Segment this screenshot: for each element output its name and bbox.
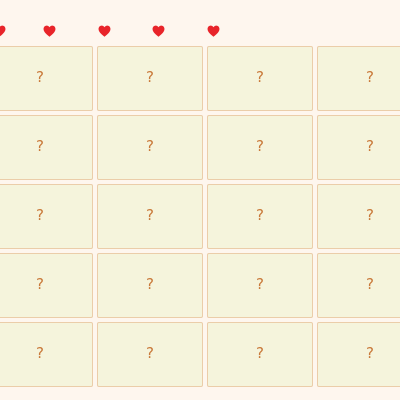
hidden-card[interactable]: ? [0, 46, 93, 111]
lives-bar [0, 25, 400, 41]
question-mark: ? [366, 137, 374, 155]
question-mark: ? [366, 275, 374, 293]
hidden-card[interactable]: ? [317, 46, 400, 111]
heart-icon [98, 25, 112, 39]
heart-icon [152, 25, 166, 39]
question-mark: ? [146, 68, 154, 86]
heart-icon [207, 25, 221, 39]
question-mark: ? [256, 206, 264, 224]
question-mark: ? [36, 344, 44, 362]
hidden-card[interactable]: ? [317, 115, 400, 180]
hidden-card[interactable]: ? [0, 115, 93, 180]
hidden-card[interactable]: ? [97, 322, 203, 387]
question-mark: ? [366, 68, 374, 86]
question-mark: ? [366, 344, 374, 362]
hidden-card[interactable]: ? [317, 322, 400, 387]
question-mark: ? [256, 68, 264, 86]
hidden-card[interactable]: ? [97, 46, 203, 111]
question-mark: ? [36, 137, 44, 155]
hidden-card[interactable]: ? [207, 115, 313, 180]
hidden-card[interactable]: ? [97, 184, 203, 249]
hidden-card[interactable]: ? [317, 253, 400, 318]
question-mark: ? [146, 344, 154, 362]
question-mark: ? [256, 275, 264, 293]
question-mark: ? [36, 68, 44, 86]
game-board-screen: ? ? ? ? ? ? ? ? ? ? ? ? ? ? ? ? ? ? ? ? [0, 0, 400, 400]
question-mark: ? [36, 275, 44, 293]
hidden-card[interactable]: ? [207, 322, 313, 387]
card-grid: ? ? ? ? ? ? ? ? ? ? ? ? ? ? ? ? ? ? ? ? [0, 46, 400, 387]
hidden-card[interactable]: ? [207, 184, 313, 249]
heart-icon [43, 25, 57, 39]
hidden-card[interactable]: ? [0, 184, 93, 249]
hidden-card[interactable]: ? [317, 184, 400, 249]
question-mark: ? [366, 206, 374, 224]
hidden-card[interactable]: ? [0, 253, 93, 318]
hidden-card[interactable]: ? [97, 115, 203, 180]
question-mark: ? [146, 206, 154, 224]
question-mark: ? [146, 275, 154, 293]
hidden-card[interactable]: ? [0, 322, 93, 387]
hidden-card[interactable]: ? [97, 253, 203, 318]
question-mark: ? [256, 137, 264, 155]
question-mark: ? [256, 344, 264, 362]
hidden-card[interactable]: ? [207, 46, 313, 111]
hidden-card[interactable]: ? [207, 253, 313, 318]
heart-icon [0, 25, 7, 39]
question-mark: ? [146, 137, 154, 155]
question-mark: ? [36, 206, 44, 224]
